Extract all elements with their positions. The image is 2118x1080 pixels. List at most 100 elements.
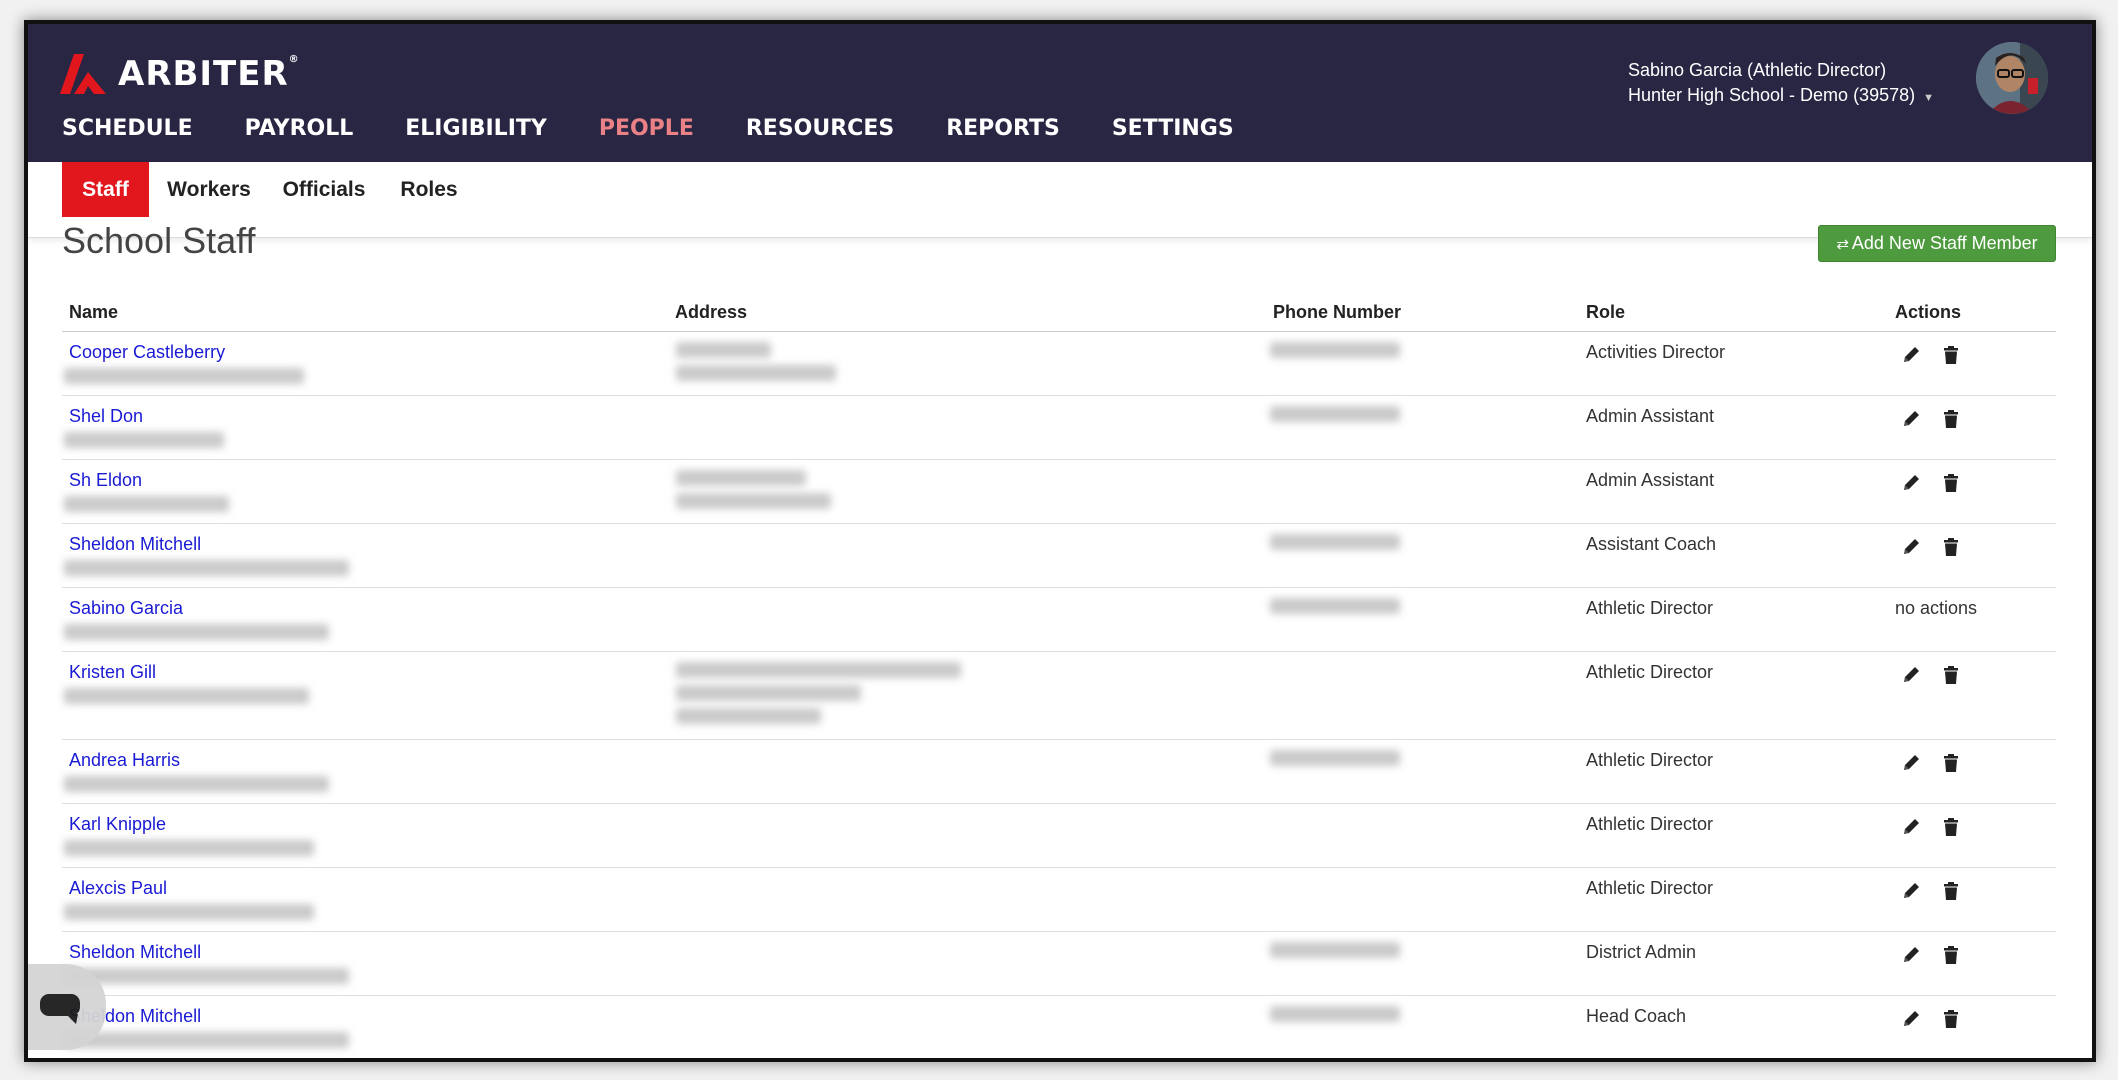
redacted-phone (1270, 598, 1400, 614)
edit-pencil-icon[interactable] (1900, 472, 1922, 494)
redacted-phone (1270, 750, 1400, 766)
user-name: Sabino Garcia (Athletic Director) (1627, 60, 1887, 80)
trash-icon[interactable] (1940, 664, 1962, 686)
staff-role: Admin Assistant (1586, 470, 1715, 490)
edit-pencil-icon[interactable] (1900, 1008, 1922, 1030)
edit-pencil-icon[interactable] (1900, 816, 1922, 838)
staff-role: Athletic Director (1586, 598, 1714, 618)
table-row: Sheldon Mitchell Assistant Coach (62, 524, 2056, 588)
staff-role: Admin Assistant (1586, 406, 1715, 426)
edit-pencil-icon[interactable] (1900, 880, 1922, 902)
arbiter-logo[interactable]: ARBITER® (60, 50, 300, 98)
table-row: Sh Eldon Admin Assistant (62, 460, 2056, 524)
header-role[interactable]: Role (1586, 302, 1625, 323)
staff-name-link[interactable]: Cooper Castleberry (69, 342, 225, 363)
sub-nav: Staff Workers Officials Roles (28, 162, 2092, 238)
staff-role: Athletic Director (1586, 662, 1714, 682)
staff-role: Head Coach (1586, 1006, 1687, 1026)
staff-name-link[interactable]: Alexcis Paul (69, 878, 167, 899)
redacted-address (676, 708, 821, 724)
redacted-address (676, 662, 961, 678)
edit-pencil-icon[interactable] (1900, 944, 1922, 966)
nav-resources[interactable]: RESOURCES (746, 116, 894, 141)
redacted-phone (1270, 342, 1400, 358)
redacted-email (64, 776, 329, 792)
staff-table: Name Address Phone Number Role Actions C… (62, 294, 2056, 1058)
edit-pencil-icon[interactable] (1900, 752, 1922, 774)
staff-name-link[interactable]: Sheldon Mitchell (69, 942, 201, 963)
header-phone[interactable]: Phone Number (1273, 302, 1401, 323)
staff-role: Athletic Director (1586, 878, 1714, 898)
edit-pencil-icon[interactable] (1900, 536, 1922, 558)
staff-name-link[interactable]: Karl Knipple (69, 814, 166, 835)
redacted-email (64, 624, 329, 640)
nav-reports[interactable]: REPORTS (946, 116, 1060, 141)
avatar[interactable] (1976, 42, 2048, 114)
table-row: Kristen Gill Athletic Director (62, 652, 2056, 740)
staff-name-link[interactable]: Sh Eldon (69, 470, 142, 491)
redacted-email (64, 904, 314, 920)
redacted-email (64, 368, 304, 384)
staff-role: Activities Director (1586, 342, 1726, 362)
chat-widget[interactable] (28, 964, 106, 1050)
table-row: Sheldon Mitchell District Admin (62, 932, 2056, 996)
page-title: School Staff (62, 220, 256, 261)
nav-settings[interactable]: SETTINGS (1112, 116, 1234, 141)
chat-icon (40, 994, 80, 1024)
nav-schedule[interactable]: SCHEDULE (62, 116, 193, 141)
trash-icon[interactable] (1940, 344, 1962, 366)
redacted-address (676, 493, 831, 509)
top-header: ARBITER® SCHEDULE PAYROLL ELIGIBILITY PE… (28, 24, 2092, 162)
redacted-phone (1270, 406, 1400, 422)
redacted-address (676, 470, 806, 486)
edit-pencil-icon[interactable] (1900, 408, 1922, 430)
brand-registered-mark: ® (288, 54, 300, 65)
tab-workers[interactable]: Workers (159, 162, 259, 217)
staff-name-link[interactable]: Sheldon Mitchell (69, 534, 201, 555)
tab-officials[interactable]: Officials (274, 162, 374, 217)
staff-role: Athletic Director (1586, 814, 1714, 834)
main-nav: SCHEDULE PAYROLL ELIGIBILITY PEOPLE RESO… (62, 116, 1286, 141)
nav-people[interactable]: PEOPLE (599, 116, 694, 141)
header-address[interactable]: Address (675, 302, 747, 323)
redacted-email (64, 496, 229, 512)
staff-name-link[interactable]: Shel Don (69, 406, 143, 427)
trash-icon[interactable] (1940, 536, 1962, 558)
table-row: Andrea Harris Athletic Director (62, 740, 2056, 804)
staff-name-link[interactable]: Kristen Gill (69, 662, 156, 683)
header-name[interactable]: Name (69, 302, 118, 323)
tab-roles[interactable]: Roles (389, 162, 469, 217)
nav-eligibility[interactable]: ELIGIBILITY (405, 116, 547, 141)
staff-name-link[interactable]: Sabino Garcia (69, 598, 183, 619)
table-row: Alexcis Paul Athletic Director (62, 868, 2056, 932)
add-new-staff-button[interactable]: ⇄ Add New Staff Member (1818, 225, 2056, 262)
table-row: Shel Don Admin Assistant (62, 396, 2056, 460)
trash-icon[interactable] (1940, 408, 1962, 430)
trash-icon[interactable] (1940, 1008, 1962, 1030)
table-body: Cooper Castleberry Activities Director She… (62, 332, 2056, 1058)
trash-icon[interactable] (1940, 880, 1962, 902)
trash-icon[interactable] (1940, 816, 1962, 838)
staff-role: Assistant Coach (1586, 534, 1717, 554)
brand-text: ARBITER (118, 54, 289, 94)
redacted-address (676, 365, 836, 381)
staff-name-link[interactable]: Andrea Harris (69, 750, 180, 771)
trash-icon[interactable] (1940, 752, 1962, 774)
trash-icon[interactable] (1940, 472, 1962, 494)
trash-icon[interactable] (1940, 944, 1962, 966)
table-row: Cooper Castleberry Activities Director (62, 332, 2056, 396)
table-row: Karl Knipple Athletic Director (62, 804, 2056, 868)
redacted-email (64, 840, 314, 856)
redacted-email (64, 560, 349, 576)
staff-role: District Admin (1586, 942, 1697, 962)
tab-staff[interactable]: Staff (62, 162, 149, 217)
redacted-phone (1270, 534, 1400, 550)
edit-pencil-icon[interactable] (1900, 664, 1922, 686)
user-menu[interactable]: Sabino Garcia (Athletic Director) Hunter… (1628, 58, 1934, 111)
nav-payroll[interactable]: PAYROLL (245, 116, 354, 141)
redacted-phone (1270, 942, 1400, 958)
chevron-down-icon[interactable]: ▼ (1923, 92, 1934, 104)
edit-pencil-icon[interactable] (1900, 344, 1922, 366)
browser-frame: ARBITER® SCHEDULE PAYROLL ELIGIBILITY PE… (24, 20, 2096, 1062)
redacted-email (64, 968, 349, 984)
